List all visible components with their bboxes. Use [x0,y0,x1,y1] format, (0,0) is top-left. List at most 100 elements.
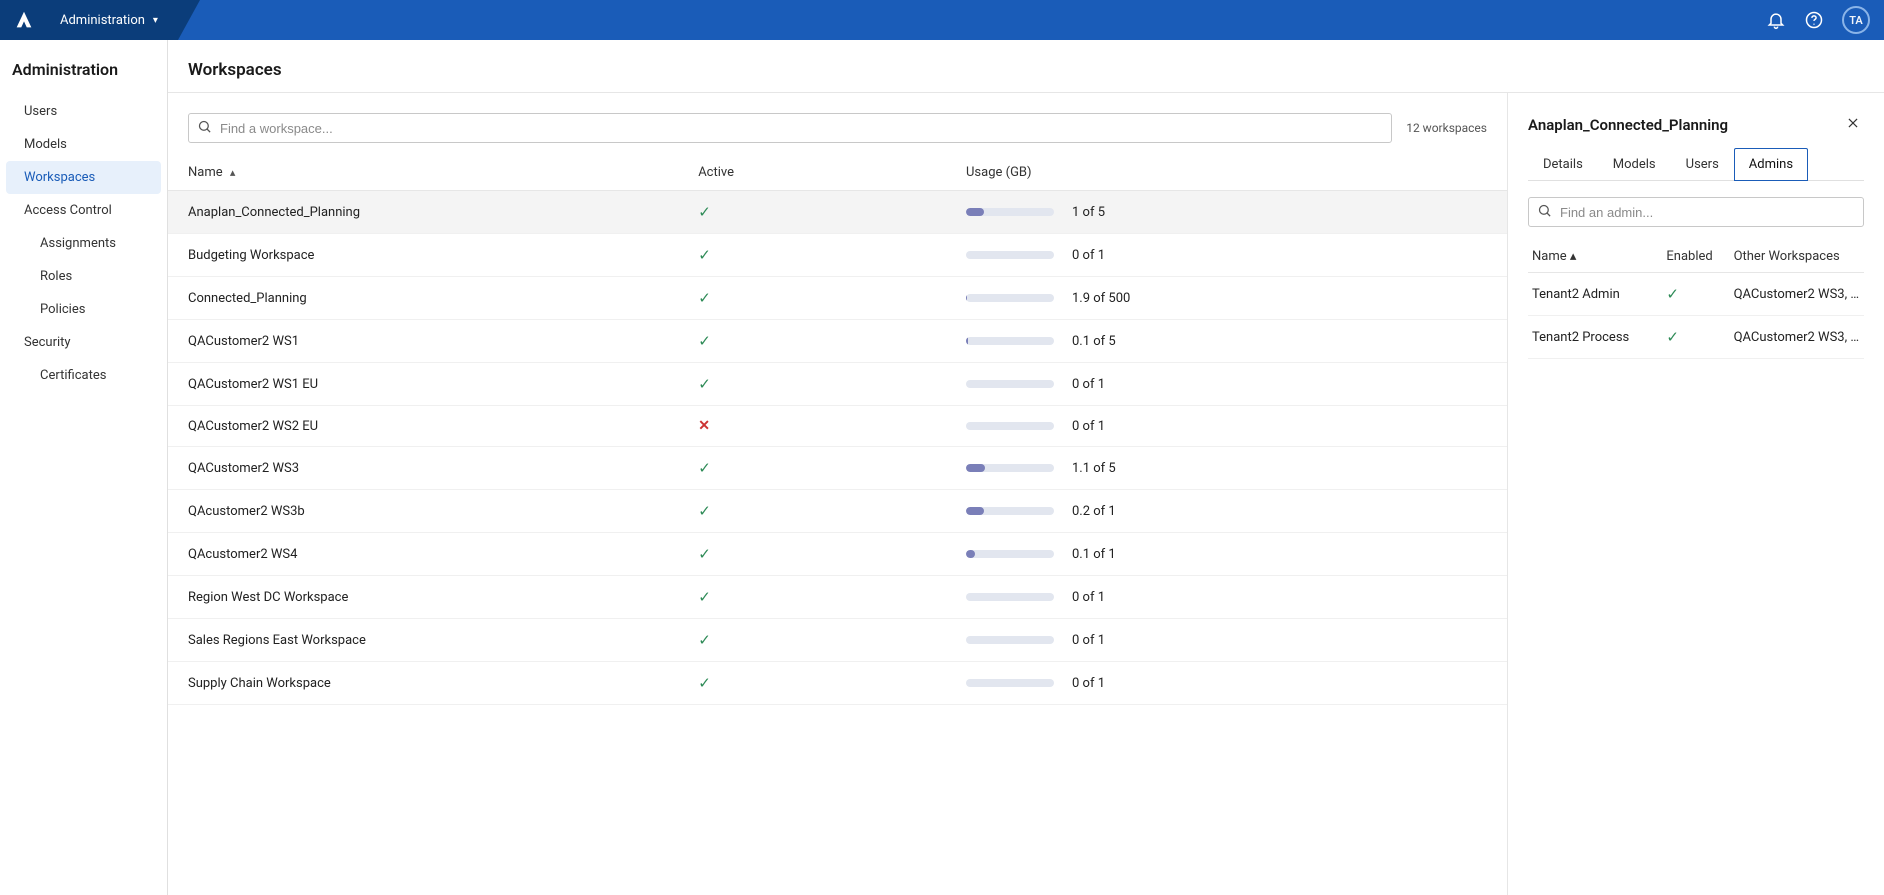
sidebar-item-assignments[interactable]: Assignments [0,227,167,260]
sidebar-item-models[interactable]: Models [0,128,167,161]
usage-text: 0 of 1 [1072,248,1105,263]
check-icon: ✓ [698,203,711,221]
search-icon [1537,203,1552,222]
x-icon: ✕ [698,418,710,434]
check-icon: ✓ [698,631,711,649]
tab-models[interactable]: Models [1598,148,1671,181]
admin-column-name[interactable]: Name ▴ [1528,241,1662,273]
avatar-initials: TA [1849,14,1863,27]
sidebar-item-certificates[interactable]: Certificates [0,359,167,392]
table-row[interactable]: Sales Regions East Workspace✓0 of 1 [168,619,1507,662]
workspaces-table: Name ▴ Active Usage (GB) [168,155,1507,705]
admins-table: Name ▴ Enabled Other Workspaces [1528,241,1864,359]
workspace-usage-cell: 0 of 1 [958,576,1507,619]
workspace-active-cell: ✓ [690,490,958,533]
workspaces-table-area: 12 workspaces Name ▴ Active [168,93,1508,895]
admin-enabled-cell: ✓ [1662,316,1729,359]
workspace-name-cell: Connected_Planning [168,277,690,320]
admin-search-input[interactable] [1560,205,1855,220]
workspace-active-cell: ✓ [690,191,958,234]
sidebar-item-users[interactable]: Users [0,95,167,128]
admin-other-cell: QACustomer2 WS3, Q... [1730,273,1864,316]
tab-admins[interactable]: Admins [1734,148,1808,181]
workspace-usage-cell: 1 of 5 [958,191,1507,234]
sidebar: Administration UsersModelsWorkspacesAcce… [0,40,168,895]
notifications-icon[interactable] [1766,10,1786,30]
table-row[interactable]: QAcustomer2 WS3b✓0.2 of 1 [168,490,1507,533]
workspace-count-label: 12 workspaces [1406,121,1487,135]
table-row[interactable]: Region West DC Workspace✓0 of 1 [168,576,1507,619]
workspace-search-box[interactable] [188,113,1392,143]
table-row[interactable]: QACustomer2 WS1✓0.1 of 5 [168,320,1507,363]
usage-bar [966,464,1054,472]
check-icon: ✓ [698,375,711,393]
check-icon: ✓ [1666,285,1679,303]
usage-bar [966,294,1054,302]
usage-bar [966,550,1054,558]
table-row[interactable]: Budgeting Workspace✓0 of 1 [168,234,1507,277]
workspace-active-cell: ✓ [690,533,958,576]
table-row[interactable]: Connected_Planning✓1.9 of 500 [168,277,1507,320]
table-row[interactable]: QACustomer2 WS3✓1.1 of 5 [168,447,1507,490]
check-icon: ✓ [1666,328,1679,346]
column-header-name[interactable]: Name ▴ [168,155,690,191]
close-details-button[interactable] [1842,111,1864,138]
sidebar-item-roles[interactable]: Roles [0,260,167,293]
details-title: Anaplan_Connected_Planning [1528,116,1728,134]
sort-ascending-icon: ▴ [1570,249,1577,264]
details-panel: Anaplan_Connected_Planning DetailsModels… [1508,93,1884,895]
workspace-name-cell: QAcustomer2 WS4 [168,533,690,576]
usage-bar [966,380,1054,388]
table-row[interactable]: QAcustomer2 WS4✓0.1 of 1 [168,533,1507,576]
workspace-usage-cell: 1.9 of 500 [958,277,1507,320]
table-row[interactable]: Supply Chain Workspace ✓ 0 of 1 [168,662,1507,705]
tab-users[interactable]: Users [1671,148,1734,181]
app-selector[interactable]: Administration ▾ [48,0,178,40]
sidebar-item-workspaces[interactable]: Workspaces [6,161,161,194]
sidebar-item-policies[interactable]: Policies [0,293,167,326]
sidebar-item-access-control[interactable]: Access Control [0,194,167,227]
admin-other-cell: QACustomer2 WS3, Q... [1730,316,1864,359]
column-header-active[interactable]: Active [690,155,958,191]
workspace-active-cell: ✓ [690,234,958,277]
help-icon[interactable] [1804,10,1824,30]
table-row[interactable]: QACustomer2 WS1 EU✓0 of 1 [168,363,1507,406]
workspace-name-cell: QACustomer2 WS2 EU [168,406,690,447]
tab-details[interactable]: Details [1528,148,1598,181]
anaplan-logo-icon [13,9,35,31]
usage-text: 1 of 5 [1072,205,1105,220]
app-selector-label: Administration [60,13,145,28]
check-icon: ✓ [698,459,711,477]
avatar[interactable]: TA [1842,6,1870,34]
usage-text: 1.1 of 5 [1072,461,1116,476]
table-row[interactable]: QACustomer2 WS2 EU✕0 of 1 [168,406,1507,447]
workspace-search-input[interactable] [220,121,1383,136]
admin-row[interactable]: Tenant2 Process✓QACustomer2 WS3, Q... [1528,316,1864,359]
admin-column-other[interactable]: Other Workspaces [1730,241,1864,273]
admin-column-enabled[interactable]: Enabled [1662,241,1729,273]
page-title: Workspaces [188,60,1864,80]
brand-logo[interactable] [0,0,48,40]
workspace-usage-cell: 0 of 1 [958,662,1507,705]
usage-text: 0.1 of 5 [1072,334,1116,349]
details-tabs: DetailsModelsUsersAdmins [1528,148,1864,181]
check-icon: ✓ [698,332,711,350]
workspace-name-cell: Supply Chain Workspace [168,662,690,705]
workspace-usage-cell: 0 of 1 [958,234,1507,277]
column-header-usage[interactable]: Usage (GB) [958,155,1507,191]
sidebar-item-security[interactable]: Security [0,326,167,359]
topbar: Administration ▾ TA [0,0,1884,40]
usage-text: 0 of 1 [1072,633,1105,648]
workspace-name-cell: Anaplan_Connected_Planning [168,191,690,234]
usage-bar [966,593,1054,601]
workspace-active-cell: ✓ [690,619,958,662]
usage-text: 0 of 1 [1072,676,1105,691]
admin-row[interactable]: Tenant2 Admin✓QACustomer2 WS3, Q... [1528,273,1864,316]
admin-search-box[interactable] [1528,197,1864,227]
check-icon: ✓ [698,674,711,692]
search-icon [197,119,212,138]
table-row[interactable]: Anaplan_Connected_Planning ✓ 1 of 5 [168,191,1507,234]
check-icon: ✓ [698,502,711,520]
workspace-usage-cell: 1.1 of 5 [958,447,1507,490]
usage-bar [966,507,1054,515]
